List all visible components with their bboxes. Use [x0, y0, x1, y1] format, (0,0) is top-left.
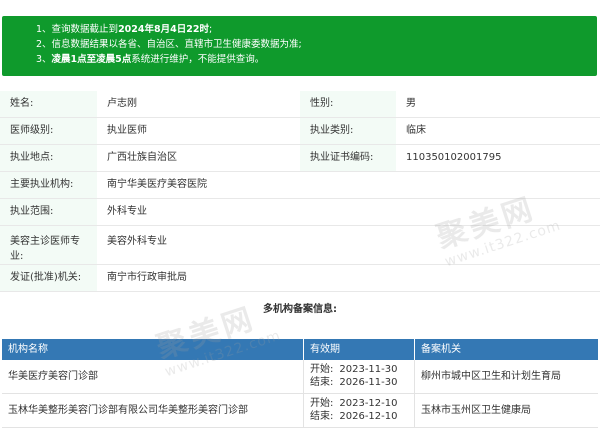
- header-institution: 机构名称: [2, 339, 304, 360]
- header-authority: 备案机关: [421, 344, 461, 355]
- record-validity: 开始: 2023-11-30 结束: 2026-11-30: [304, 360, 415, 393]
- cert-value: 110350102001795: [406, 152, 502, 163]
- info-row-scope: 执业范围: 外科专业: [0, 199, 600, 226]
- category-value: 临床: [406, 125, 426, 136]
- record-validity: 开始: 2023-12-10 结束: 2026-12-10: [304, 394, 415, 427]
- info-row-chief: 美容主诊医师专 业: 美容外科专业: [0, 226, 600, 265]
- issuer-value: 南宁市行政审批局: [107, 272, 187, 283]
- issuer-label: 发证(批准)机关:: [0, 265, 97, 291]
- header-validity: 有效期: [304, 339, 415, 360]
- multi-institution-title: 多机构备案信息:: [263, 304, 337, 315]
- org-label: 主要执业机构:: [0, 172, 97, 198]
- record-authority: 柳州市城中区卫生和计划生育局: [421, 371, 561, 382]
- record-institution: 华美医疗美容门诊部: [2, 360, 304, 393]
- location-value: 广西壮族自治区: [107, 152, 177, 163]
- notice-line-2: 2、信息数据结果以各省、自治区、直辖市卫生健康委数据为准;: [36, 39, 302, 50]
- notice-line-3: 3、凌晨1点至凌晨5点系统进行维护，不能提供查询。: [36, 54, 265, 65]
- gender-label: 性别:: [300, 91, 396, 117]
- name-label: 姓名:: [0, 91, 97, 117]
- level-value: 执业医师: [107, 125, 147, 136]
- notice-banner: 1、查询数据截止到2024年8月4日22时; 2、信息数据结果以各省、自治区、直…: [2, 16, 597, 76]
- records-header: 机构名称 有效期 备案机关: [2, 339, 598, 360]
- scope-value: 外科专业: [107, 206, 147, 217]
- org-value: 南宁华美医疗美容医院: [107, 179, 207, 190]
- info-row-org: 主要执业机构: 南宁华美医疗美容医院: [0, 172, 600, 199]
- records-table: 机构名称 有效期 备案机关 华美医疗美容门诊部 开始: 2023-11-30 结束…: [2, 339, 598, 428]
- category-label: 执业类别:: [300, 118, 396, 144]
- table-row: 玉林华美整形美容门诊部有限公司华美整形美容门诊部 开始: 2023-12-10 结…: [2, 394, 598, 428]
- cert-label: 执业证书编码:: [300, 145, 396, 171]
- info-row-name: 姓名: 卢志刚 性别: 男: [0, 91, 600, 118]
- chief-value: 美容外科专业: [107, 236, 167, 247]
- level-label: 医师级别:: [0, 118, 97, 144]
- info-row-location: 执业地点: 广西壮族自治区 执业证书编码: 110350102001795: [0, 145, 600, 172]
- chief-label: 美容主诊医师专 业:: [0, 226, 97, 264]
- gender-value: 男: [406, 98, 416, 109]
- name-value: 卢志刚: [107, 98, 137, 109]
- scope-label: 执业范围:: [0, 199, 97, 225]
- notice-line-1: 1、查询数据截止到2024年8月4日22时;: [36, 24, 213, 35]
- location-label: 执业地点:: [0, 145, 97, 171]
- record-authority: 玉林市玉州区卫生健康局: [421, 405, 531, 416]
- info-row-level: 医师级别: 执业医师 执业类别: 临床: [0, 118, 600, 145]
- record-institution: 玉林华美整形美容门诊部有限公司华美整形美容门诊部: [2, 394, 304, 427]
- info-row-issuer: 发证(批准)机关: 南宁市行政审批局: [0, 265, 600, 292]
- table-row: 华美医疗美容门诊部 开始: 2023-11-30 结束: 2026-11-30 柳州…: [2, 360, 598, 394]
- doctor-info-table: 姓名: 卢志刚 性别: 男 医师级别: 执业医师 执业类别: 临床 执业地点: …: [0, 91, 600, 292]
